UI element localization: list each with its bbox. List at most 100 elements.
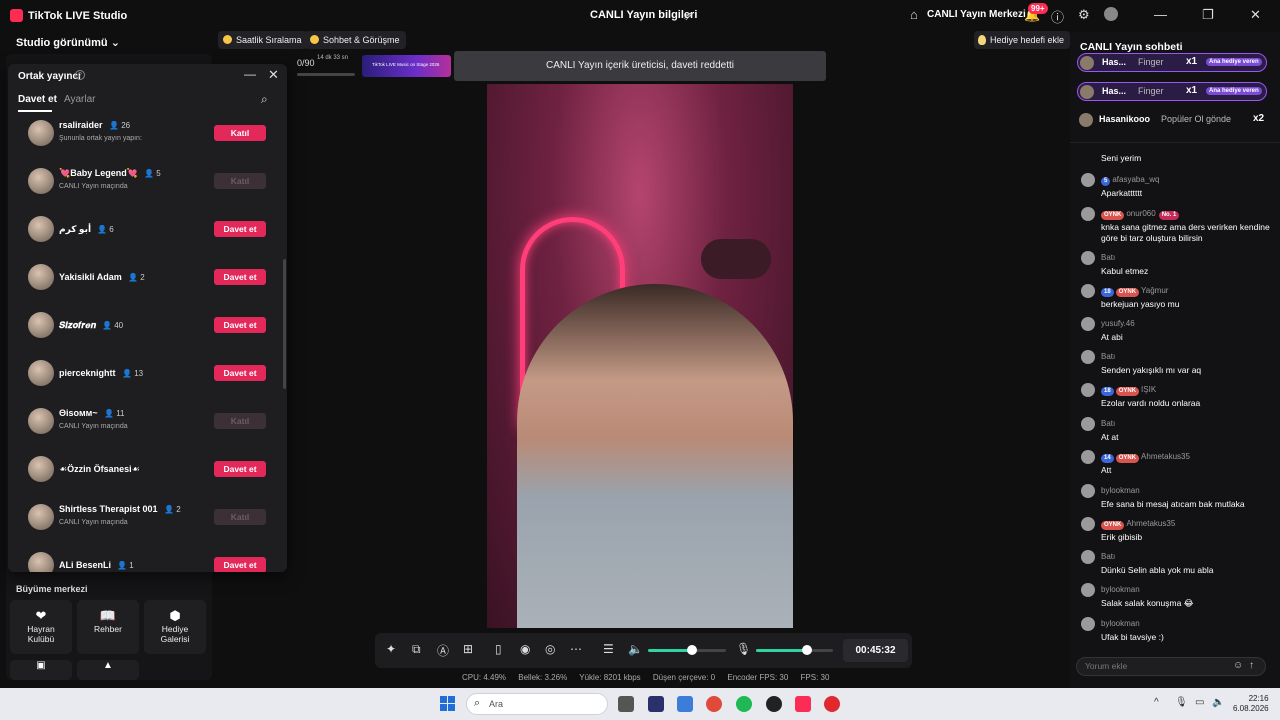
volume-knob[interactable] [687, 645, 697, 655]
avatar[interactable] [1081, 517, 1095, 531]
mic-icon[interactable]: 🎙 [1175, 697, 1188, 708]
avatar[interactable] [1081, 284, 1095, 298]
fan-club-tile[interactable]: ❤ Hayran Kulübü [10, 600, 72, 654]
invite-button[interactable]: Davet et [214, 461, 266, 477]
tiktok-icon[interactable] [795, 696, 811, 712]
avatar[interactable] [28, 168, 54, 194]
minimize-icon[interactable]: — [1154, 7, 1167, 22]
thumb-tile[interactable]: ▲ [77, 660, 139, 680]
gift-item[interactable]: Has... Finger x1 Ana hediye veren [1077, 82, 1267, 101]
invite-button[interactable]: Davet et [214, 269, 266, 285]
chat-meet-chip[interactable]: Sohbet & Görüşme [305, 31, 406, 49]
avatar[interactable] [1081, 207, 1095, 221]
avatar[interactable] [28, 408, 54, 434]
avatar[interactable] [28, 312, 54, 338]
volume-icon[interactable]: 🔈 [1212, 697, 1224, 708]
hourly-ranking-chip[interactable]: Saatlik Sıralama [218, 31, 308, 49]
network-icon[interactable]: ▭ [1195, 697, 1204, 708]
phone-icon[interactable]: ▯ [495, 642, 502, 656]
calendar-tile[interactable]: ▣ [10, 660, 72, 680]
avatar[interactable] [1081, 583, 1095, 597]
avatar[interactable] [28, 504, 54, 530]
close-icon[interactable]: ✕ [1250, 7, 1261, 23]
avatar[interactable] [1081, 173, 1095, 187]
add-source-icon[interactable]: ⊞ [463, 642, 473, 656]
chat-username[interactable]: Batı [1101, 419, 1115, 428]
avatar[interactable] [1081, 450, 1095, 464]
mixer-icon[interactable]: ☰ [603, 642, 614, 656]
live-video-preview[interactable] [487, 84, 793, 628]
taskbar-search[interactable]: ⌕ Ara [466, 693, 608, 715]
volume-slider-track[interactable] [692, 649, 726, 652]
chat-username[interactable]: Batı [1101, 352, 1115, 361]
avatar[interactable] [1081, 251, 1095, 265]
chat-username[interactable]: Ahmetakus35 [1141, 452, 1190, 461]
speaker-icon[interactable]: 🔈 [628, 642, 643, 656]
gift-goal-chip[interactable]: Hediye hedefi ekle [974, 31, 1071, 49]
chat-username[interactable]: afasyaba_wq [1112, 175, 1159, 184]
avatar[interactable] [1081, 617, 1095, 631]
gift-item[interactable]: Hasanikooo Popüler Ol gönde x2 [1077, 111, 1277, 130]
emoji-icon[interactable]: ☺ [1233, 660, 1243, 671]
avatar[interactable] [28, 360, 54, 386]
screen-edit-icon[interactable]: ⧉ [412, 642, 421, 657]
avatar[interactable] [28, 264, 54, 290]
chat-username[interactable]: Batı [1101, 253, 1115, 262]
maximize-icon[interactable]: ❐ [1202, 7, 1214, 23]
help-icon[interactable]: ? [75, 70, 85, 80]
chat-username[interactable]: bylookman [1101, 585, 1140, 594]
avatar[interactable] [1104, 7, 1118, 21]
gift-item[interactable]: Has... Finger x1 Ana hediye veren [1077, 53, 1267, 72]
obs-icon[interactable] [766, 696, 782, 712]
avatar[interactable] [28, 456, 54, 482]
windows-start-icon[interactable] [440, 696, 456, 712]
invite-button[interactable]: Davet et [214, 365, 266, 381]
studio-view-dropdown[interactable]: Studio görünümü ⌄ [16, 36, 120, 49]
live-info-title[interactable]: CANLI Yayın bilgileri [590, 9, 697, 21]
chat-username[interactable]: Batı [1101, 552, 1115, 561]
camera-icon[interactable]: ◎ [545, 642, 555, 656]
home-icon[interactable]: ⌂ [910, 7, 918, 22]
gear-icon[interactable]: ⚙ [1078, 7, 1090, 23]
chat-username[interactable]: Yağmur [1141, 286, 1168, 295]
chrome-icon[interactable] [706, 696, 722, 712]
guide-tile[interactable]: 📖 Rehber [77, 600, 139, 654]
invite-button[interactable]: Davet et [214, 557, 266, 572]
chevron-up-icon[interactable]: ^ [1154, 697, 1159, 708]
chat-username[interactable]: bylookman [1101, 486, 1140, 495]
clock[interactable]: 22:16 6.08.2026 [1233, 694, 1269, 714]
after-effects-icon[interactable] [648, 696, 664, 712]
avatar[interactable] [1081, 550, 1095, 564]
avatar[interactable] [1081, 383, 1095, 397]
comment-input[interactable]: Yorum ekle ☺ ↑ [1076, 657, 1266, 676]
join-button[interactable]: Katıl [214, 125, 266, 141]
event-banner[interactable]: TikTok LIVE Music on Stage 2026 [362, 55, 451, 77]
chat-username[interactable]: onur060 [1126, 209, 1155, 218]
avatar[interactable] [1081, 350, 1095, 364]
magic-wand-icon[interactable]: ✦ [386, 642, 396, 656]
mic-knob[interactable] [802, 645, 812, 655]
avatar[interactable] [1081, 417, 1095, 431]
avatar[interactable] [1081, 317, 1095, 331]
mic-icon[interactable]: 🎙 [736, 642, 751, 656]
avatar[interactable] [28, 120, 54, 146]
file-explorer-icon[interactable] [618, 696, 634, 712]
help-icon[interactable]: ⓘ [1051, 7, 1064, 26]
search-icon[interactable]: ⌕ [261, 92, 268, 107]
chat-username[interactable]: bylookman [1101, 619, 1140, 628]
gift-gallery-tile[interactable]: ⬢ Hediye Galerisi [144, 600, 206, 654]
chat-username[interactable]: yusufy.46 [1101, 319, 1135, 328]
invite-button[interactable]: Davet et [214, 317, 266, 333]
avatar[interactable] [28, 552, 54, 572]
share-icon[interactable]: ⇗ [683, 9, 693, 23]
mail-icon[interactable] [677, 696, 693, 712]
minimize-icon[interactable]: — [244, 67, 256, 81]
ai-icon[interactable]: Ⓐ [437, 642, 449, 659]
record-icon[interactable]: ◉ [520, 642, 530, 656]
more-icon[interactable]: ⋯ [570, 642, 582, 656]
chat-username[interactable]: Ahmetakus35 [1126, 519, 1175, 528]
close-icon[interactable]: ✕ [268, 67, 279, 83]
live-center-link[interactable]: CANLI Yayın Merkezi [927, 9, 1026, 20]
avatar[interactable] [28, 216, 54, 242]
tab-settings[interactable]: Ayarlar [64, 94, 96, 105]
